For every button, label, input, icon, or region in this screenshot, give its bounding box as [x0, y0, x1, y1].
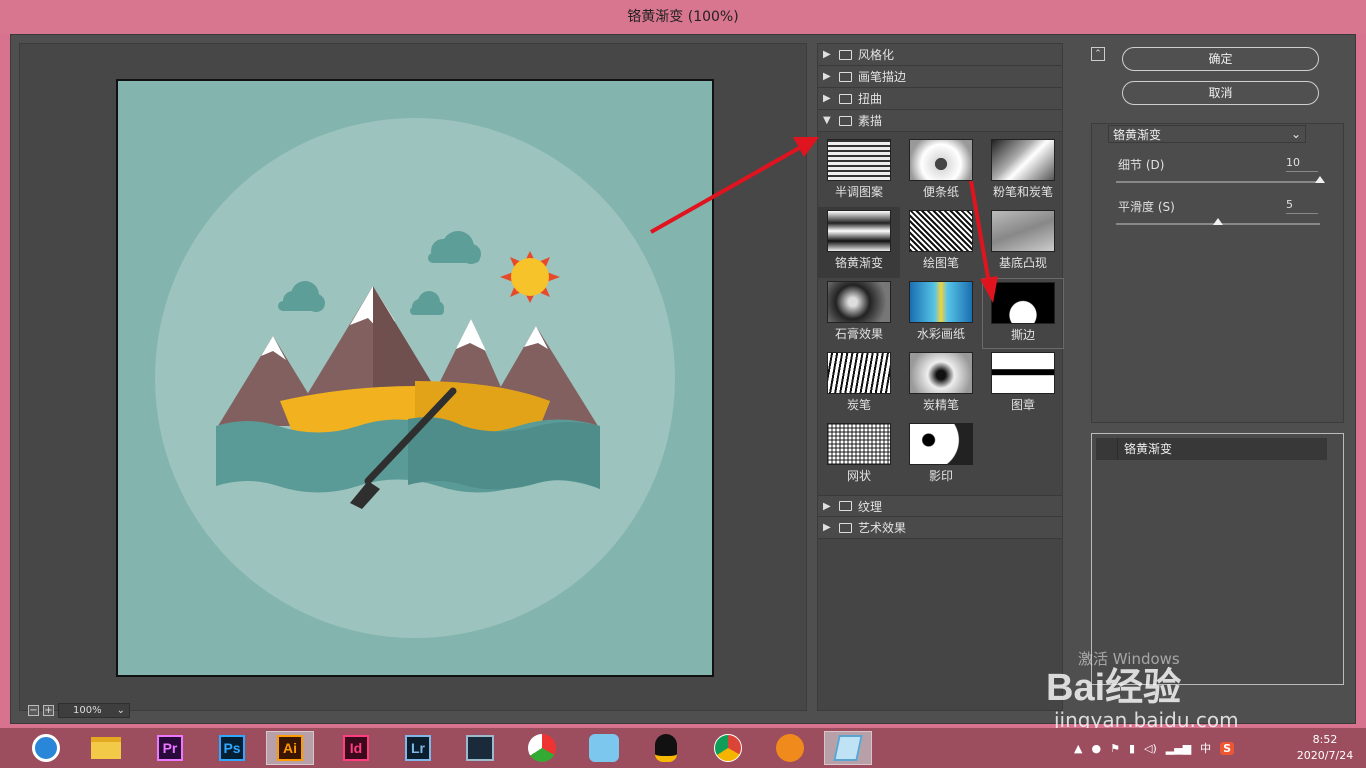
- taskbar: Pr Ps Ai Id Lr ▲ ● ⚑ ▮ ◁) ▂▄▆ 中 S 8:52 2…: [0, 728, 1366, 768]
- video-player-icon[interactable]: [456, 731, 504, 765]
- lightroom-icon[interactable]: Lr: [394, 731, 442, 765]
- chrome-icon[interactable]: [704, 731, 752, 765]
- premiere-label: Pr: [157, 735, 183, 761]
- qq-tray-icon[interactable]: ●: [1091, 742, 1101, 755]
- baidu-logo-text: Bai经验: [1046, 667, 1182, 709]
- system-tray: ▲ ● ⚑ ▮ ◁) ▂▄▆ 中 S: [1074, 728, 1235, 768]
- orange-app-icon[interactable]: [766, 731, 814, 765]
- indesign-label: Id: [343, 735, 369, 761]
- illustrator-label: Ai: [277, 735, 303, 761]
- chat-app-icon[interactable]: [580, 731, 628, 765]
- arrow-head-icon: [793, 137, 819, 157]
- window-title: 铬黄渐变 (100%): [0, 0, 1366, 34]
- flag-icon[interactable]: ⚑: [1110, 742, 1120, 755]
- battery-icon[interactable]: ▮: [1129, 742, 1135, 755]
- qq-icon[interactable]: [642, 731, 690, 765]
- arrow-head-icon: [980, 276, 998, 303]
- volume-icon[interactable]: ◁): [1144, 742, 1157, 755]
- illustrator-icon[interactable]: Ai: [266, 731, 314, 765]
- clock-time: 8:52: [1312, 733, 1338, 746]
- baidu-watermark: 激活 Windows Bai经验 jingyan.baidu.com: [1022, 616, 1322, 736]
- photoshop-icon[interactable]: Ps: [208, 731, 256, 765]
- sogou-icon[interactable]: S: [1220, 741, 1235, 755]
- file-explorer-icon[interactable]: [82, 731, 130, 765]
- tray-expand-icon[interactable]: ▲: [1074, 742, 1082, 755]
- notepad-icon[interactable]: [824, 731, 872, 765]
- premiere-icon[interactable]: Pr: [146, 731, 194, 765]
- browser-icon[interactable]: [22, 731, 70, 765]
- lightroom-label: Lr: [405, 735, 431, 761]
- clock[interactable]: 8:52 2020/7/24: [1290, 732, 1360, 764]
- photoshop-label: Ps: [219, 735, 245, 761]
- network-icon[interactable]: ▂▄▆: [1166, 742, 1191, 755]
- ime-indicator[interactable]: 中: [1200, 740, 1211, 756]
- indesign-icon[interactable]: Id: [332, 731, 380, 765]
- umbrella-app-icon[interactable]: [518, 731, 566, 765]
- clock-date: 2020/7/24: [1296, 749, 1354, 762]
